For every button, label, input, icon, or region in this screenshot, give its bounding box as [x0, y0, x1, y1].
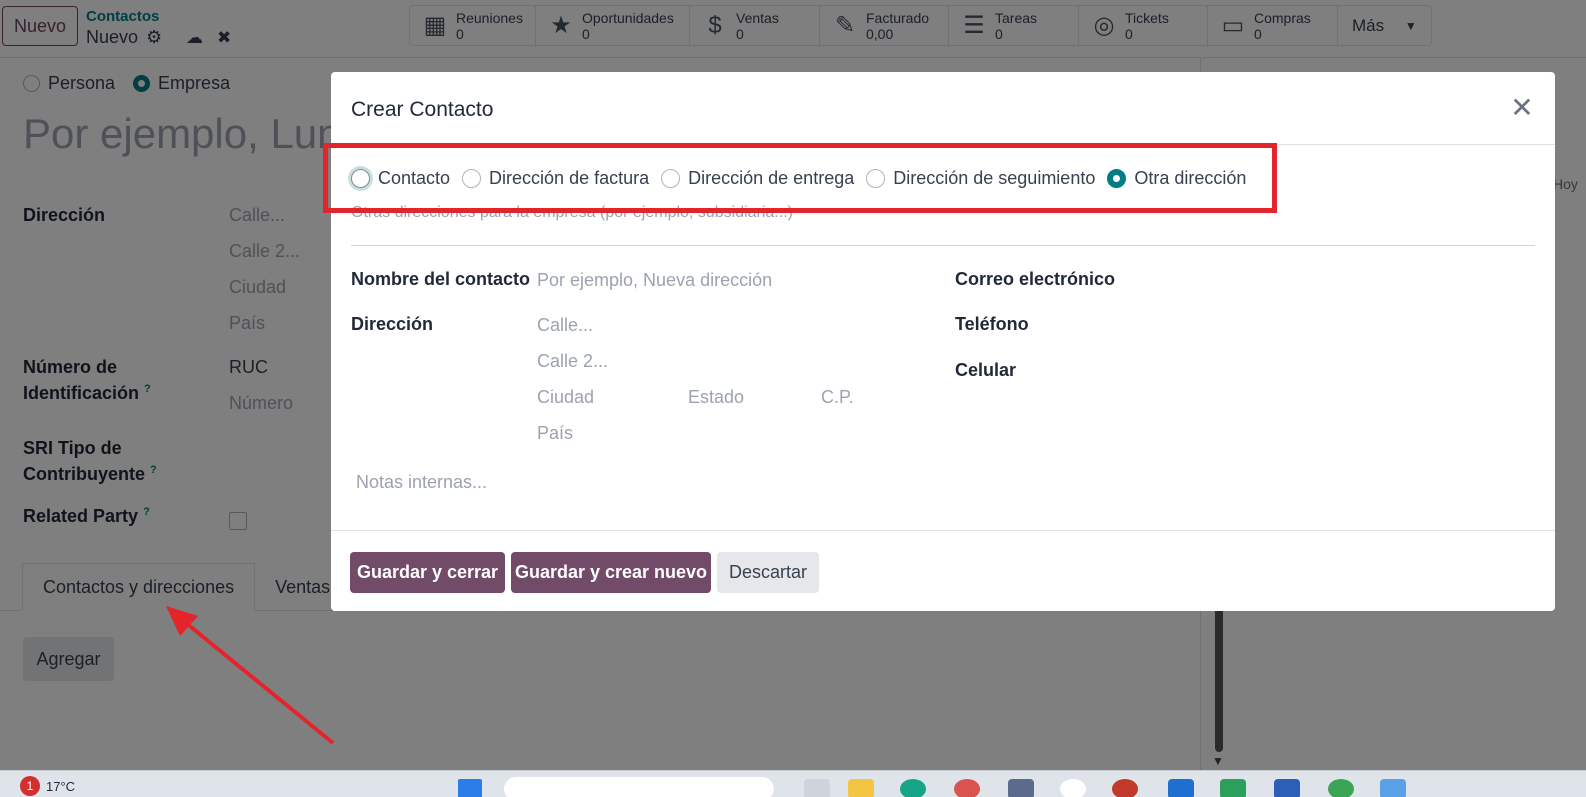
email-label: Correo electrónico: [955, 269, 1116, 289]
taskbar-app-icon[interactable]: [1008, 779, 1034, 797]
street2-input[interactable]: Calle 2...: [537, 351, 608, 372]
contact-name-input[interactable]: Por ejemplo, Nueva dirección: [537, 270, 772, 291]
street-input[interactable]: Calle...: [537, 315, 593, 336]
temperature: 17°C: [46, 778, 76, 794]
taskbar-app-icon[interactable]: [954, 779, 980, 797]
separator: [351, 245, 1535, 246]
word-icon[interactable]: [1274, 779, 1300, 797]
phone-label: Teléfono: [955, 314, 1029, 334]
folder-icon[interactable]: [848, 779, 874, 797]
address-label: Dirección: [351, 314, 434, 334]
annotation-arrow: [166, 606, 335, 745]
weather-widget[interactable]: 1 17°C: [20, 776, 75, 796]
modal-footer: Guardar y cerrar Guardar y crear nuevo D…: [331, 530, 1555, 611]
modal-header: Crear Contacto ✕: [331, 72, 1555, 145]
notification-badge: 1: [20, 776, 40, 796]
discard-button[interactable]: Descartar: [717, 552, 819, 593]
city-input[interactable]: Ciudad: [537, 387, 594, 408]
excel-icon[interactable]: [1220, 779, 1246, 797]
save-new-button[interactable]: Guardar y crear nuevo: [511, 552, 711, 593]
arrow-shaft: [178, 616, 335, 745]
contact-name-label: Nombre del contacto: [351, 269, 531, 289]
taskbar-app-icon[interactable]: [1112, 779, 1138, 797]
outlook-icon[interactable]: [1168, 779, 1194, 797]
arrow-head: [166, 606, 198, 636]
taskbar-app-icon[interactable]: [1380, 779, 1406, 797]
os-taskbar: 1 17°C: [0, 770, 1586, 797]
zip-input[interactable]: C.P.: [821, 387, 854, 408]
annotation-highlight-box: [323, 143, 1277, 213]
state-input[interactable]: Estado: [688, 387, 744, 408]
country-input[interactable]: País: [537, 423, 573, 444]
modal-title: Crear Contacto: [351, 98, 494, 121]
mobile-label: Celular: [955, 360, 1017, 380]
internal-notes-input[interactable]: Notas internas...: [356, 472, 487, 493]
close-icon[interactable]: ✕: [1507, 92, 1537, 123]
taskbar-search[interactable]: [504, 777, 774, 797]
save-close-button[interactable]: Guardar y cerrar: [350, 552, 505, 593]
windows-start-icon[interactable]: [458, 779, 482, 797]
chrome-icon[interactable]: [1060, 779, 1086, 797]
taskbar-app-icon[interactable]: [804, 779, 830, 797]
whatsapp-icon[interactable]: [1328, 779, 1354, 797]
edge-icon[interactable]: [900, 779, 926, 797]
